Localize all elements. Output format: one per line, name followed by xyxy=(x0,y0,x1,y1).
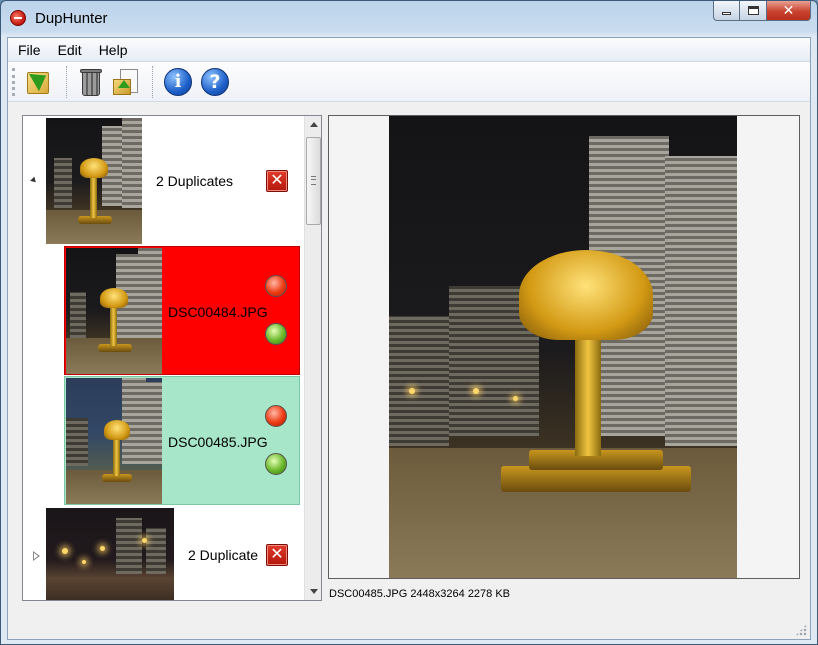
photo-preview xyxy=(389,116,737,578)
group-label: 2 Duplicates xyxy=(156,173,234,189)
photo-thumbnail xyxy=(46,118,142,244)
photo-thumbnail xyxy=(46,508,174,600)
close-window-button[interactable]: ✕ xyxy=(767,1,811,21)
open-folder-button[interactable] xyxy=(24,66,56,98)
toolbar-separator xyxy=(66,66,67,98)
help-button[interactable]: ? xyxy=(199,66,231,98)
delete-button[interactable] xyxy=(74,66,106,98)
up-arrow-icon xyxy=(118,80,130,88)
menu-bar: File Edit Help xyxy=(8,38,810,62)
photo-thumbnail xyxy=(66,248,162,374)
title-bar[interactable]: DupHunter ✕ xyxy=(1,1,817,37)
toolbar: i ? xyxy=(8,62,810,102)
app-window: DupHunter ✕ File Edit Help i ? 2 Duplica… xyxy=(0,0,818,645)
window-controls: ✕ xyxy=(713,1,811,23)
file-info-status: DSC00485.JPG 2448x3264 2278 KB xyxy=(329,588,511,600)
app-icon xyxy=(10,10,26,26)
scroll-thumb[interactable] xyxy=(306,137,321,225)
maximize-icon xyxy=(747,6,759,15)
file-name: DSC00485.JPG xyxy=(168,434,268,450)
minimize-button[interactable] xyxy=(713,1,740,21)
group-thumbnail xyxy=(46,118,142,244)
expand-closed-icon[interactable] xyxy=(33,551,41,561)
client-area: File Edit Help i ? 2 Duplicates ✕ DSC004… xyxy=(7,37,811,640)
help-icon: ? xyxy=(201,68,229,96)
window-title: DupHunter xyxy=(35,10,108,27)
trash-icon xyxy=(82,72,100,96)
menu-edit[interactable]: Edit xyxy=(51,39,89,61)
group-label: 2 Duplicates xyxy=(188,547,258,563)
toolbar-separator xyxy=(152,66,153,98)
export-button[interactable] xyxy=(110,66,142,98)
group-row[interactable]: 2 Duplicates ✕ xyxy=(23,116,303,246)
file-row-delete[interactable]: DSC00484.JPG xyxy=(64,246,300,375)
file-thumbnail xyxy=(66,248,162,374)
list-scrollbar[interactable] xyxy=(304,116,321,600)
info-icon: i xyxy=(164,68,192,96)
menu-help[interactable]: Help xyxy=(92,39,135,61)
preview-image xyxy=(389,116,737,578)
close-icon: ✕ xyxy=(782,2,795,18)
expand-open-icon[interactable] xyxy=(30,176,38,185)
scroll-up-icon[interactable] xyxy=(305,116,321,133)
close-icon: ✕ xyxy=(270,172,284,189)
group-row[interactable]: 2 Duplicates ✕ xyxy=(23,506,303,600)
minimize-icon xyxy=(722,12,731,15)
mark-keep-button[interactable] xyxy=(265,453,287,475)
info-button[interactable]: i xyxy=(162,66,194,98)
remove-group-button[interactable]: ✕ xyxy=(266,544,288,566)
group-thumbnail xyxy=(46,508,174,600)
file-row-keep[interactable]: DSC00485.JPG xyxy=(64,376,300,505)
mark-delete-button[interactable] xyxy=(265,405,287,427)
scroll-down-icon[interactable] xyxy=(305,583,321,600)
photo-thumbnail xyxy=(66,378,162,504)
file-name: DSC00484.JPG xyxy=(168,304,268,320)
resize-grip-icon[interactable] xyxy=(795,624,807,636)
image-preview-panel xyxy=(328,115,800,579)
close-icon: ✕ xyxy=(270,546,284,563)
toolbar-grip[interactable] xyxy=(12,68,15,96)
maximize-button[interactable] xyxy=(740,1,767,21)
remove-group-button[interactable]: ✕ xyxy=(266,170,288,192)
duplicates-list[interactable]: 2 Duplicates ✕ DSC00484.JPG DSC00485.JPG… xyxy=(22,115,322,601)
file-thumbnail xyxy=(66,378,162,504)
mark-delete-button[interactable] xyxy=(265,275,287,297)
menu-file[interactable]: File xyxy=(11,39,48,61)
mark-keep-button[interactable] xyxy=(265,323,287,345)
